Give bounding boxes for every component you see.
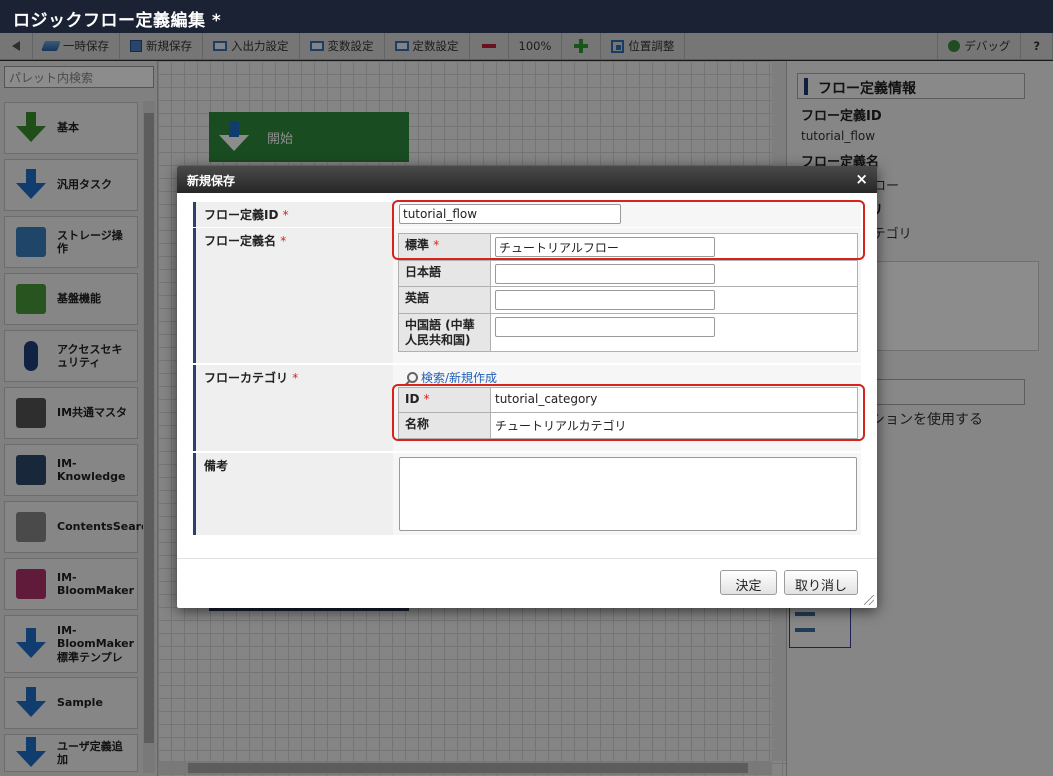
category-name-row: 名称 チュートリアルカテゴリ	[399, 413, 857, 438]
dialog-title: 新規保存	[187, 174, 236, 188]
new-save-dialog: 新規保存 × フロー定義ID * フロー定義名 * 標準 * 日本語 英語	[177, 166, 877, 608]
flow-id-field-label: フロー定義ID *	[193, 202, 393, 227]
flow-name-row: フロー定義名 * 標準 * 日本語 英語 中国語 (中華人民共和国)	[193, 228, 861, 363]
flow-id-input[interactable]	[399, 204, 621, 224]
name-row-japanese: 日本語	[399, 261, 857, 287]
remarks-textarea[interactable]	[399, 457, 857, 531]
category-id-row: ID * tutorial_category	[399, 388, 857, 413]
name-row-english: 英語	[399, 287, 857, 314]
flow-name-field-label: フロー定義名 *	[193, 228, 393, 363]
close-icon[interactable]: ×	[855, 170, 868, 188]
name-english-input[interactable]	[495, 290, 715, 310]
name-japanese-input[interactable]	[495, 264, 715, 284]
category-table: ID * tutorial_category 名称 チュートリアルカテゴリ	[398, 387, 858, 439]
name-row-chinese: 中国語 (中華人民共和国)	[399, 314, 857, 351]
cancel-button[interactable]: 取り消し	[784, 570, 858, 595]
category-name-value: チュートリアルカテゴリ	[491, 413, 857, 438]
dialog-resize-grip-icon[interactable]	[864, 595, 874, 605]
remarks-field-label: 備考	[193, 453, 393, 535]
search-create-link[interactable]: 検索/新規作成	[407, 369, 497, 386]
flow-category-field-label: フローカテゴリ *	[193, 365, 393, 451]
name-chinese-input[interactable]	[495, 317, 715, 337]
ok-button[interactable]: 決定	[720, 570, 777, 595]
flow-category-row: フローカテゴリ * 検索/新規作成 ID * tutorial_category…	[193, 365, 861, 451]
window-title: ロジックフロー定義編集 *	[0, 0, 1053, 33]
remarks-row: 備考	[193, 453, 861, 535]
flow-name-table: 標準 * 日本語 英語 中国語 (中華人民共和国)	[398, 233, 858, 352]
category-id-value: tutorial_category	[491, 388, 857, 412]
name-row-standard: 標準 *	[399, 234, 857, 261]
flow-id-row: フロー定義ID *	[193, 202, 861, 227]
name-standard-input[interactable]	[495, 237, 715, 257]
dialog-title-bar: 新規保存 ×	[177, 166, 877, 193]
search-icon	[407, 372, 418, 383]
